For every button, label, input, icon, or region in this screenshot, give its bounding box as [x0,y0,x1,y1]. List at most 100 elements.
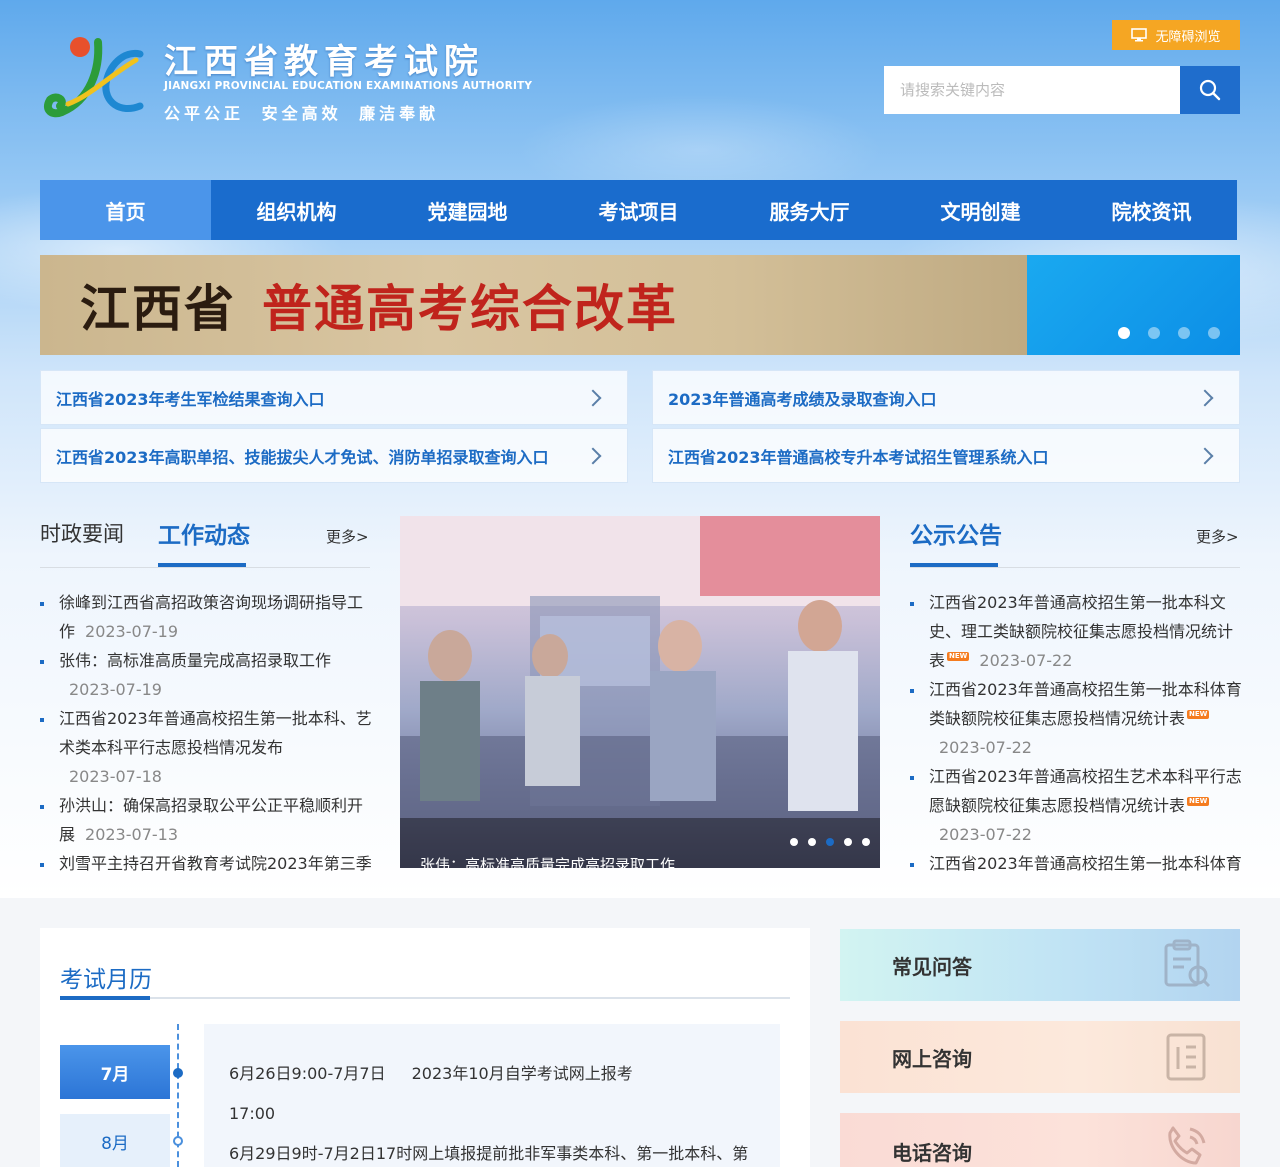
chevron-right-icon [1196,389,1214,406]
photo-image [400,516,880,818]
tab-current-affairs[interactable]: 时政要闻 [40,518,124,548]
photo-dot[interactable] [844,838,852,846]
nav-item-organization[interactable]: 组织机构 [211,180,382,240]
banner-dot[interactable] [1208,327,1220,339]
nav-item-college-news[interactable]: 院校资讯 [1066,180,1237,240]
photo-dot[interactable] [862,838,870,846]
month-tab-august[interactable]: 8月 [60,1114,170,1167]
nav-item-home[interactable]: 首页 [40,180,211,240]
event-time: 6月26日9:00-7月7日 [229,1064,386,1083]
nav-item-service-hall[interactable]: 服务大厅 [724,180,895,240]
news-title[interactable]: 江西省2023年普通高校招生第一批本科、艺术类本科平行志愿投档情况发布 [59,709,372,757]
phone-icon [1168,1126,1206,1165]
banner-side [1027,255,1240,355]
banner-dot[interactable] [1148,327,1160,339]
timeline-dot [173,1068,183,1078]
notice-title[interactable]: 江西省2023年普通高校招生第一批本科体育类缺额院校征集志愿投档情况统计表 [929,680,1242,728]
list-item[interactable]: 江西省2023年普通高校招生第一批本科、艺术类本科平行志愿投档情况发布 2023-… [40,704,375,791]
quick-link-label: 江西省2023年高职单招、技能拔尖人才免试、消防单招录取查询入口 [56,447,549,467]
accessibility-button[interactable]: 无障碍浏览 [1112,20,1240,50]
notices-header: 公示公告 更多> [910,512,1240,568]
nav-item-exams[interactable]: 考试项目 [553,180,724,240]
notice-date: 2023-07-22 [979,651,1073,670]
photo-dot[interactable] [790,838,798,846]
month-tab-july[interactable]: 7月 [60,1045,170,1099]
banner-image[interactable]: 江西省 普通高考综合改革 [40,255,1027,355]
search-input[interactable] [884,66,1180,114]
notice-date: 2023-07-22 [939,825,1032,844]
list-item[interactable]: 江西省2023年普通高校招生第一批本科体育类缺额院校征集志愿投档情况统计表 NEW… [910,675,1245,762]
list-item[interactable]: 张伟：高标准高质量完成高招录取工作 2023-07-19 [40,646,375,704]
logo-icon[interactable] [40,30,150,126]
banner-carousel[interactable]: 江西省 普通高考综合改革 [40,255,1240,355]
banner-dot[interactable] [1178,327,1190,339]
news-date: 2023-07-18 [69,767,162,786]
quick-link-vocational-query[interactable]: 江西省2023年高职单招、技能拔尖人才免试、消防单招录取查询入口 [40,428,628,483]
timeline-dot [173,1136,183,1146]
photo-dot[interactable] [808,838,816,846]
tab-active-indicator [158,563,246,567]
notice-title[interactable]: 江西省2023年普通高校招生艺术本科平行志愿缺额院校征集志愿投档情况统计表 [929,767,1242,815]
service-faq[interactable]: 常见问答 [840,929,1240,1001]
event-time: 6月29日9时-7月2日17时 [229,1144,413,1163]
quick-link-military-check[interactable]: 江西省2023年考生军检结果查询入口 [40,370,628,425]
list-item[interactable]: 江西省2023年普通高校招生第一批本科体育 [910,849,1245,873]
search-button[interactable] [1180,66,1240,114]
event-desc[interactable]: 网上填报提前批非军事类本科、第一批本科、第 [412,1144,748,1163]
news-list: 徐峰到江西省高招政策咨询现场调研指导工作 2023-07-19 张伟：高标准高质量… [40,588,375,873]
banner-dot[interactable] [1118,327,1130,339]
service-online-consult[interactable]: 网上咨询 [840,1021,1240,1093]
news-tabs: 时政要闻 工作动态 更多> [40,512,370,568]
calendar-title-indicator [60,996,150,1000]
service-label: 网上咨询 [892,1046,972,1071]
calendar-divider [60,997,790,999]
tab-work-news[interactable]: 工作动态 [158,516,250,550]
banner-text-right: 普通高考综合改革 [262,279,678,338]
news-date: 2023-07-19 [85,622,178,641]
main-nav: 首页 组织机构 党建园地 考试项目 服务大厅 文明创建 院校资讯 [40,180,1237,240]
calendar-events: 6月26日9:00-7月7日 2023年10月自学考试网上报考 17:00 6月2… [204,1024,780,1167]
site-title[interactable]: 江西省教育考试院 [164,34,484,83]
notice-title[interactable]: 江西省2023年普通高校招生第一批本科文史、理工类缺额院校征集志愿投档情况统计表 [929,593,1233,670]
list-item[interactable]: 孙洪山：确保高招录取公平公正平稳顺利开展 2023-07-13 [40,791,375,849]
notices-title[interactable]: 公示公告 [910,516,1002,550]
news-title[interactable]: 刘雪平主持召开省教育考试院2023年第三季 [59,854,372,873]
monitor-icon [1131,28,1148,42]
chevron-right-icon [584,389,602,406]
photo-dots [790,838,870,846]
service-phone-consult[interactable]: 电话咨询 [840,1113,1240,1167]
quick-link-score-query[interactable]: 2023年普通高考成绩及录取查询入口 [652,370,1240,425]
document-icon [1166,1033,1206,1081]
quick-link-upgrade-system[interactable]: 江西省2023年普通高校专升本考试招生管理系统入口 [652,428,1240,483]
chevron-right-icon [1196,447,1214,464]
list-item[interactable]: 江西省2023年普通高校招生艺术本科平行志愿缺额院校征集志愿投档情况统计表 NEW… [910,762,1245,849]
news-more-link[interactable]: 更多> [326,526,369,547]
notices-list: 江西省2023年普通高校招生第一批本科文史、理工类缺额院校征集志愿投档情况统计表… [910,588,1245,873]
nav-item-party[interactable]: 党建园地 [382,180,553,240]
photo-carousel[interactable]: 张伟：高标准高质量完成高招录取工作 [400,516,880,868]
photo-dot[interactable] [826,838,834,846]
calendar-event: 6月29日9时-7月2日17时网上填报提前批非军事类本科、第一批本科、第 [229,1134,780,1167]
banner-dots [1118,327,1220,339]
event-desc[interactable]: 2023年10月自学考试网上报考 [412,1064,633,1083]
notice-title[interactable]: 江西省2023年普通高校招生第一批本科体育 [929,854,1242,873]
news-date: 2023-07-19 [69,680,162,699]
quick-link-label: 2023年普通高考成绩及录取查询入口 [668,389,937,409]
list-item[interactable]: 徐峰到江西省高招政策咨询现场调研指导工作 2023-07-19 [40,588,375,646]
quick-link-label: 江西省2023年考生军检结果查询入口 [56,389,325,409]
list-item[interactable]: 刘雪平主持召开省教育考试院2023年第三季 [40,849,375,873]
news-title[interactable]: 张伟：高标准高质量完成高招录取工作 [59,651,331,670]
nav-item-civilization[interactable]: 文明创建 [895,180,1066,240]
faq-icon [1164,939,1211,988]
notice-date: 2023-07-22 [939,738,1032,757]
calendar-event: 17:00 [229,1094,780,1134]
notices-more-link[interactable]: 更多> [1196,526,1239,547]
calendar-title: 考试月历 [60,967,152,993]
new-badge: NEW [1187,797,1210,806]
new-badge: NEW [947,652,970,661]
site-header: 江西省教育考试院 JIANGXI PROVINCIAL EDUCATION EX… [40,20,1240,140]
site-subtitle-en: JIANGXI PROVINCIAL EDUCATION EXAMINATION… [164,80,533,92]
site-motto: 公平公正 安全高效 廉洁奉献 [164,104,440,123]
exam-calendar: 考试月历 7月 8月 6月26日9:00-7月7日 2023年10月自学考试网上报… [40,928,810,1167]
list-item[interactable]: 江西省2023年普通高校招生第一批本科文史、理工类缺额院校征集志愿投档情况统计表… [910,588,1245,675]
